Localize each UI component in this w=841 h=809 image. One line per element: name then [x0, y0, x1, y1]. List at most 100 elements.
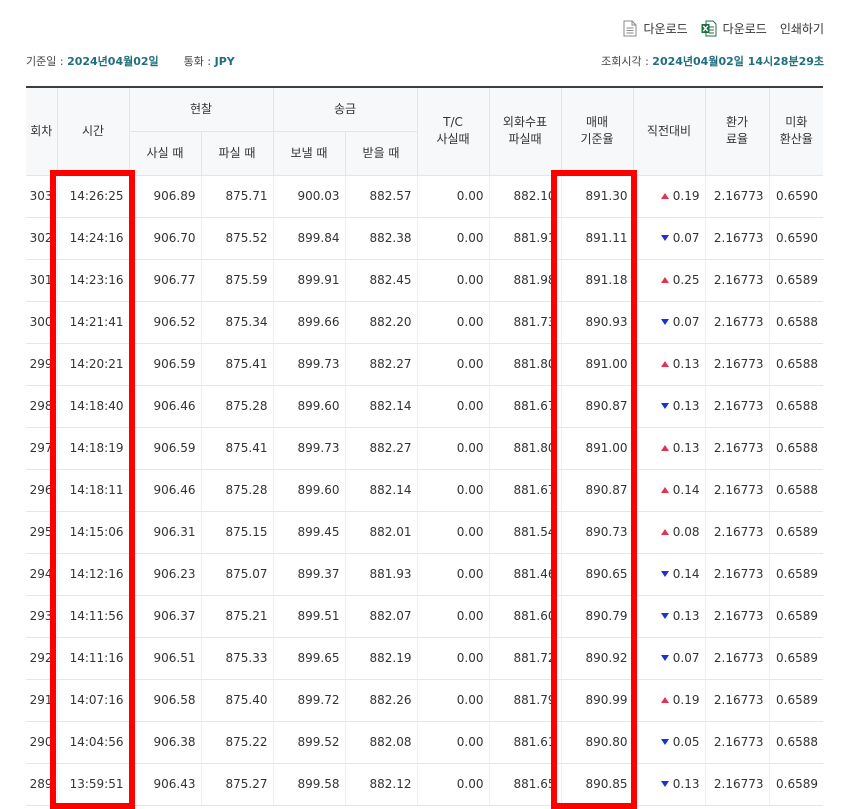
download-excel-label: 다운로드 — [722, 21, 767, 36]
cell-change: 0.13 — [632, 427, 705, 470]
cell-fee-rate: 2.16773 — [704, 427, 769, 470]
cell-round: 298 — [26, 385, 57, 428]
cell-round: 290 — [26, 721, 57, 764]
cell-fee-rate: 2.16773 — [704, 175, 769, 218]
cell-base-rate: 891.11 — [560, 217, 633, 260]
cell-round: 297 — [26, 427, 57, 470]
cell-remit-receive: 882.19 — [344, 637, 417, 680]
cell-fee-rate: 2.16773 — [704, 721, 769, 764]
header-remit: 송금 — [272, 86, 417, 132]
cell-tc-buy: 0.00 — [416, 763, 489, 806]
cell-cash-buy: 906.70 — [128, 217, 201, 260]
cell-remit-receive: 882.20 — [344, 301, 417, 344]
cell-check-sell: 881.80 — [488, 343, 561, 386]
change-value: 0.19 — [672, 189, 700, 203]
cell-base-rate: 891.00 — [560, 427, 633, 470]
query-info-left: 기준일 : 2024년04월02일 통화 : JPY — [26, 53, 235, 69]
cell-base-rate: 891.00 — [560, 343, 633, 386]
table-row: 289 13:59:51 906.43 875.27 899.58 882.12 0.00 8… — [26, 763, 823, 806]
header-tc-buy: T/C 사실때 — [416, 86, 489, 176]
cell-time: 14:18:19 — [56, 427, 129, 470]
change-value: 0.07 — [672, 315, 700, 329]
cell-fee-rate: 2.16773 — [704, 217, 769, 260]
cell-fee-rate: 2.16773 — [704, 637, 769, 680]
cell-fee-rate: 2.16773 — [704, 679, 769, 722]
triangle-up-icon — [660, 361, 669, 367]
header-remit-receive: 받을 때 — [344, 131, 417, 176]
cell-remit-send: 899.65 — [272, 637, 345, 680]
cell-usd-rate: 0.6589 — [768, 763, 823, 806]
cell-time: 14:21:41 — [56, 301, 129, 344]
cell-cash-sell: 875.41 — [200, 427, 273, 470]
cell-time: 14:18:11 — [56, 469, 129, 512]
query-info-right: 조회시각 : 2024년04월02일 14시28분29초 — [601, 53, 824, 69]
cell-usd-rate: 0.6588 — [768, 343, 823, 386]
table-row: 300 14:21:41 906.52 875.34 899.66 882.20 0.00 8… — [26, 301, 823, 344]
cell-remit-receive: 882.38 — [344, 217, 417, 260]
print-button[interactable]: 인쇄하기 — [780, 20, 824, 37]
download-document-button[interactable]: 다운로드 — [623, 20, 688, 37]
download-excel-button[interactable]: 다운로드 — [701, 20, 767, 37]
cell-cash-buy: 906.46 — [128, 469, 201, 512]
cell-cash-sell: 875.52 — [200, 217, 273, 260]
table-row: 292 14:11:16 906.51 875.33 899.65 882.19 0.00 8… — [26, 637, 823, 680]
cell-round: 292 — [26, 637, 57, 680]
cell-change: 0.13 — [632, 343, 705, 386]
triangle-up-icon — [660, 193, 669, 199]
cell-round: 294 — [26, 553, 57, 596]
header-cash-buy: 사실 때 — [128, 131, 201, 176]
cell-cash-buy: 906.59 — [128, 427, 201, 470]
cell-remit-receive: 882.27 — [344, 427, 417, 470]
cell-remit-receive: 882.45 — [344, 259, 417, 302]
triangle-up-icon — [660, 697, 669, 703]
cell-time: 14:12:16 — [56, 553, 129, 596]
cell-usd-rate: 0.6589 — [768, 259, 823, 302]
cell-cash-buy: 906.89 — [128, 175, 201, 218]
cell-cash-buy: 906.52 — [128, 301, 201, 344]
triangle-down-icon — [660, 613, 669, 619]
cell-fee-rate: 2.16773 — [704, 385, 769, 428]
excel-icon — [701, 20, 717, 36]
print-label: 인쇄하기 — [779, 21, 824, 36]
cell-usd-rate: 0.6589 — [768, 637, 823, 680]
cell-change: 0.14 — [632, 469, 705, 512]
cell-tc-buy: 0.00 — [416, 469, 489, 512]
change-value: 0.13 — [672, 357, 700, 371]
change-value: 0.13 — [672, 399, 700, 413]
cell-cash-buy: 906.43 — [128, 763, 201, 806]
cell-remit-send: 899.52 — [272, 721, 345, 764]
table-row: 303 14:26:25 906.89 875.71 900.03 882.57 0.00 8… — [26, 175, 823, 218]
cell-usd-rate: 0.6588 — [768, 427, 823, 470]
cell-remit-send: 899.91 — [272, 259, 345, 302]
cell-remit-send: 899.60 — [272, 385, 345, 428]
cell-fee-rate: 2.16773 — [704, 469, 769, 512]
cell-usd-rate: 0.6589 — [768, 679, 823, 722]
cell-check-sell: 881.67 — [488, 469, 561, 512]
cell-tc-buy: 0.00 — [416, 385, 489, 428]
cell-remit-send: 899.60 — [272, 469, 345, 512]
triangle-down-icon — [660, 571, 669, 577]
cell-cash-buy: 906.51 — [128, 637, 201, 680]
cell-base-rate: 890.80 — [560, 721, 633, 764]
triangle-down-icon — [660, 319, 669, 325]
cell-base-rate: 890.87 — [560, 385, 633, 428]
triangle-up-icon — [660, 487, 669, 493]
cell-check-sell: 881.98 — [488, 259, 561, 302]
query-info: 기준일 : 2024년04월02일 통화 : JPY 조회시각 : 2024년0… — [26, 53, 824, 69]
change-value: 0.05 — [672, 735, 700, 749]
cell-remit-receive: 882.27 — [344, 343, 417, 386]
cell-time: 13:59:51 — [56, 763, 129, 806]
table-header: 회차 시간 현찰 송금 T/C 사실때 외화수표 파실때 매매 기준율 직전대비… — [26, 86, 823, 176]
change-value: 0.13 — [672, 777, 700, 791]
cell-round: 303 — [26, 175, 57, 218]
cell-check-sell: 881.73 — [488, 301, 561, 344]
triangle-down-icon — [660, 781, 669, 787]
table-row: 302 14:24:16 906.70 875.52 899.84 882.38 0.00 8… — [26, 217, 823, 260]
cell-change: 0.08 — [632, 511, 705, 554]
cell-remit-send: 899.72 — [272, 679, 345, 722]
change-value: 0.14 — [672, 483, 700, 497]
cell-usd-rate: 0.6589 — [768, 553, 823, 596]
download-document-label: 다운로드 — [643, 21, 688, 36]
cell-cash-buy: 906.77 — [128, 259, 201, 302]
cell-round: 299 — [26, 343, 57, 386]
